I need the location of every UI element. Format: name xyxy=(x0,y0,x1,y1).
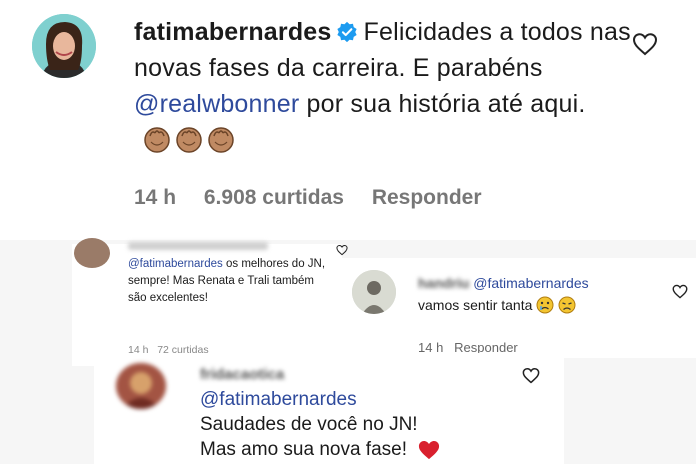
comment-card-2: @fatimabernardes os melhores do JN, semp… xyxy=(72,238,348,366)
comment-body: fridacaotica @fatimabernardes Saudades d… xyxy=(200,361,441,462)
comment-body: @fatimabernardes os melhores do JN, semp… xyxy=(128,256,328,307)
avatar[interactable] xyxy=(352,270,396,314)
avatar[interactable] xyxy=(32,14,96,78)
comment-body: fatimabernardes Felicidades a todos nas n… xyxy=(134,14,634,158)
comment-card-4: fridacaotica @fatimabernardes Saudades d… xyxy=(94,353,564,464)
avatar[interactable] xyxy=(74,238,110,268)
mention-link[interactable]: @fatimabernardes xyxy=(200,389,357,410)
likes-count[interactable]: 6.908 curtidas xyxy=(204,186,344,209)
mention-link[interactable]: @fatimabernardes xyxy=(128,258,223,270)
comment-body: handriu @fatimabernardes vamos sentir ta… xyxy=(418,272,668,320)
avatar-image xyxy=(32,14,96,78)
like-heart-icon[interactable] xyxy=(632,32,658,56)
blurred-username xyxy=(128,242,268,250)
mention-link[interactable]: @fatimabernardes xyxy=(473,275,588,291)
avatar[interactable] xyxy=(116,363,166,409)
verified-badge-icon xyxy=(336,21,357,43)
clapping-hands-icon xyxy=(142,124,236,154)
comment-username[interactable]: fridacaotica xyxy=(200,366,284,383)
comment-text-line2: Mas amo sua nova fase! xyxy=(200,439,407,460)
reply-button[interactable]: Responder xyxy=(372,186,482,209)
comment-text: vamos sentir tanta xyxy=(418,297,533,313)
clapping-hands-icon xyxy=(144,127,170,153)
clapping-hands-icon xyxy=(176,127,202,153)
comment-text-end: por sua história até aqui. xyxy=(299,90,586,118)
like-heart-icon[interactable] xyxy=(522,367,540,384)
comment-meta: 14 h 6.908 curtidas Responder xyxy=(134,186,504,210)
sad-face-icon xyxy=(536,296,554,320)
comment-card-3: handriu @fatimabernardes vamos sentir ta… xyxy=(340,258,696,358)
avatar-image xyxy=(352,270,396,314)
main-comment: fatimabernardes Felicidades a todos nas n… xyxy=(0,0,696,240)
avatar-image xyxy=(116,363,166,409)
like-heart-icon[interactable] xyxy=(672,284,688,299)
red-heart-icon xyxy=(418,440,440,459)
comment-username[interactable]: fatimabernardes xyxy=(134,18,332,46)
disappointed-face-icon xyxy=(558,296,576,320)
comment-time: 14 h xyxy=(134,186,177,209)
like-heart-icon[interactable] xyxy=(336,244,348,256)
comment-username[interactable]: handriu xyxy=(418,275,469,291)
mention-link[interactable]: @realwbonner xyxy=(134,90,299,118)
clapping-hands-icon xyxy=(208,127,234,153)
comment-text-line1: Saudades de você no JN! xyxy=(200,414,418,435)
